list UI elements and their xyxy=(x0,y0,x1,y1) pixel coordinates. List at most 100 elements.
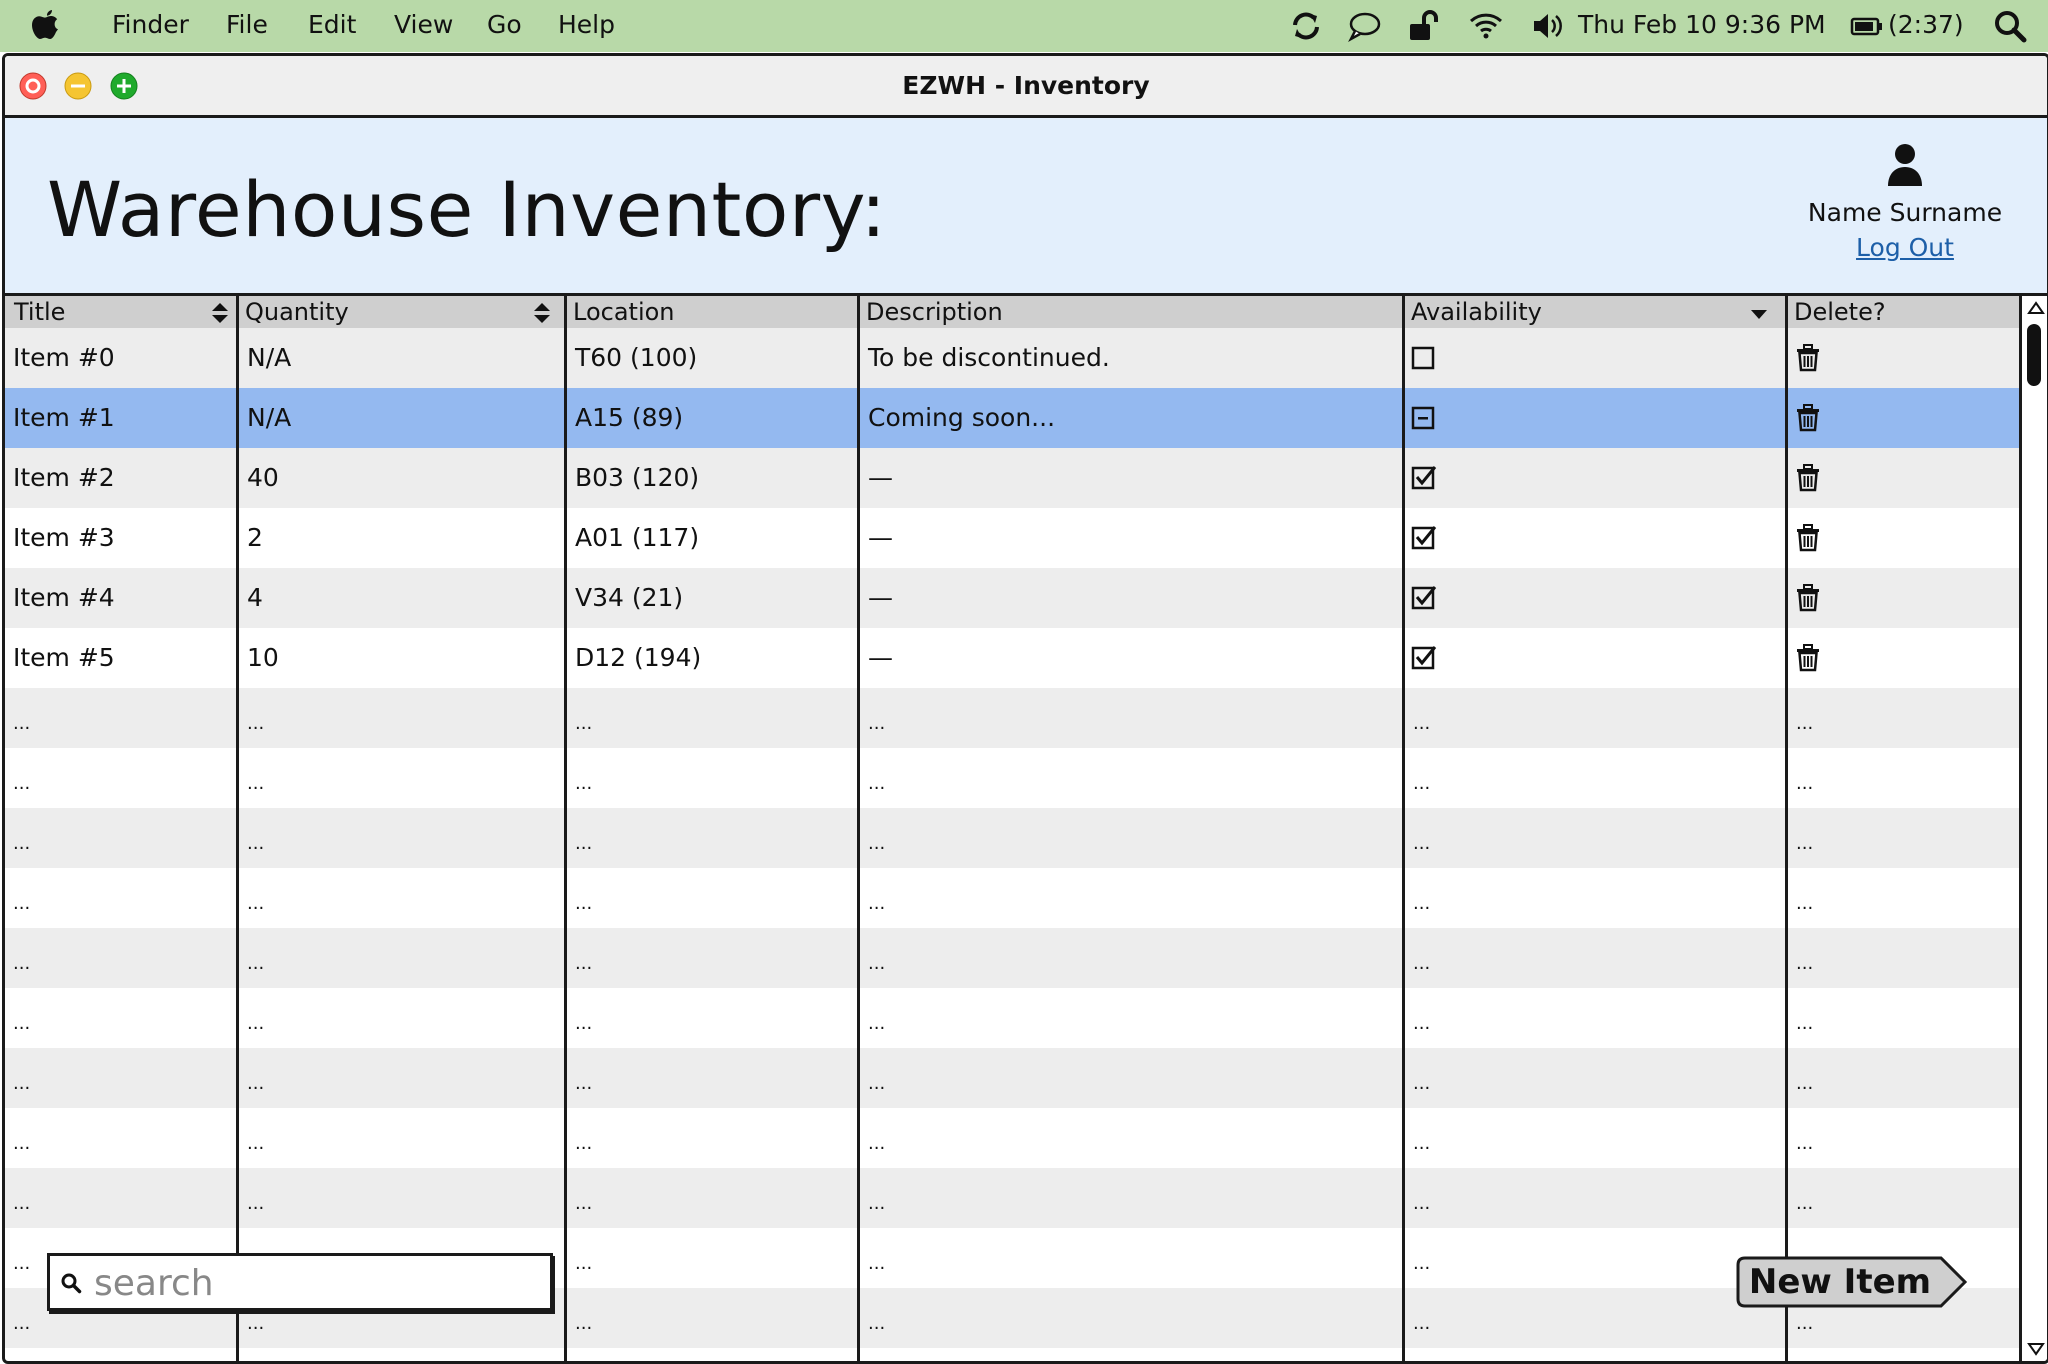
wifi-icon[interactable] xyxy=(1468,8,1504,44)
volume-icon[interactable] xyxy=(1530,8,1566,44)
page-title: Warehouse Inventory: xyxy=(47,165,887,254)
cell-delete xyxy=(1788,388,2019,448)
cell-quantity: 2 xyxy=(247,523,263,552)
cell-delete xyxy=(1788,328,2019,388)
cell-title: Item #1 xyxy=(13,403,115,432)
cell-availability xyxy=(1405,628,1785,688)
placeholder-cell: ... xyxy=(247,1073,265,1094)
scroll-thumb[interactable] xyxy=(2027,324,2041,386)
sync-icon[interactable] xyxy=(1288,8,1324,44)
apple-icon[interactable] xyxy=(30,8,62,42)
placeholder-cell: ... xyxy=(1796,1133,1814,1154)
cell-delete xyxy=(1788,568,2019,628)
search-icon[interactable] xyxy=(1992,8,2028,44)
trash-icon[interactable] xyxy=(1796,464,1820,492)
cell-location: D12 (194) xyxy=(575,643,702,672)
trash-icon[interactable] xyxy=(1796,584,1820,612)
placeholder-cell: ... xyxy=(868,1073,886,1094)
trash-icon[interactable] xyxy=(1796,404,1820,432)
search-box[interactable] xyxy=(47,1253,553,1311)
placeholder-cell: ... xyxy=(868,1133,886,1154)
placeholder-cell: ... xyxy=(868,713,886,734)
table-scrollbar[interactable] xyxy=(2019,293,2047,1361)
menu-edit[interactable]: Edit xyxy=(308,9,356,41)
column-header-location[interactable]: Location xyxy=(567,296,857,328)
cell-quantity: 4 xyxy=(247,583,263,612)
chat-icon[interactable] xyxy=(1346,8,1382,44)
column-header-description[interactable]: Description xyxy=(860,296,1402,328)
table-row[interactable]: Item #4 4 V34 (21) — xyxy=(5,568,2019,628)
clock[interactable]: Thu Feb 10 9:36 PM xyxy=(1578,9,1826,41)
app-window: EZWH - Inventory Warehouse Inventory: Na… xyxy=(2,53,2048,1364)
checkbox-checked[interactable] xyxy=(1411,465,1437,491)
inventory-table: Title Quantity Location Description Avai… xyxy=(5,293,2019,1361)
cell-quantity: 10 xyxy=(247,643,279,672)
sort-icon[interactable] xyxy=(210,302,230,324)
menu-file[interactable]: File xyxy=(226,9,268,41)
placeholder-row: .................. xyxy=(5,1048,2019,1108)
placeholder-cell: ... xyxy=(868,1313,886,1334)
column-header-availability[interactable]: Availability xyxy=(1405,296,1785,328)
search-input[interactable] xyxy=(92,1260,536,1306)
placeholder-cell: ... xyxy=(575,1013,593,1034)
placeholder-cell: ... xyxy=(1413,1253,1431,1274)
column-header-title[interactable]: Title xyxy=(8,296,236,328)
table-row[interactable]: Item #3 2 A01 (117) — xyxy=(5,508,2019,568)
cell-quantity: N/A xyxy=(247,343,292,372)
column-header-quantity[interactable]: Quantity xyxy=(239,296,564,328)
menu-go[interactable]: Go xyxy=(487,9,522,41)
title-bar: EZWH - Inventory xyxy=(5,56,2047,118)
trash-icon[interactable] xyxy=(1796,344,1820,372)
placeholder-cell: ... xyxy=(247,1013,265,1034)
column-divider xyxy=(564,296,567,1361)
chevron-down-icon[interactable] xyxy=(1749,302,1769,324)
table-row[interactable]: Item #5 10 D12 (194) — xyxy=(5,628,2019,688)
scroll-up-icon[interactable] xyxy=(2027,301,2045,315)
placeholder-cell: ... xyxy=(575,893,593,914)
placeholder-cell: ... xyxy=(1796,1013,1814,1034)
checkbox-checked[interactable] xyxy=(1411,645,1437,671)
logout-link[interactable]: Log Out xyxy=(1785,231,2025,265)
placeholder-row: .................. xyxy=(5,928,2019,988)
menu-help[interactable]: Help xyxy=(558,9,615,41)
column-divider xyxy=(857,296,860,1361)
cell-delete xyxy=(1788,448,2019,508)
new-item-button[interactable]: New Item xyxy=(1735,1255,1969,1309)
menu-view[interactable]: View xyxy=(394,9,453,41)
menu-bar: Finder File Edit View Go Help Thu Feb 10… xyxy=(0,0,2048,52)
placeholder-cell: ... xyxy=(1413,1013,1431,1034)
placeholder-cell: ... xyxy=(575,833,593,854)
cell-location: T60 (100) xyxy=(575,343,698,372)
cell-title: Item #3 xyxy=(13,523,115,552)
placeholder-cell: ... xyxy=(1796,1193,1814,1214)
cell-availability xyxy=(1405,328,1785,388)
battery-icon[interactable] xyxy=(1850,8,1884,44)
page-header: Warehouse Inventory: Name Surname Log Ou… xyxy=(5,118,2047,293)
trash-icon[interactable] xyxy=(1796,644,1820,672)
placeholder-cell: ... xyxy=(575,953,593,974)
placeholder-cell: ... xyxy=(13,953,31,974)
checkbox-indeterminate[interactable] xyxy=(1411,405,1437,431)
placeholder-cell: ... xyxy=(575,773,593,794)
table-row[interactable]: Item #0 N/A T60 (100) To be discontinued. xyxy=(5,328,2019,388)
column-header-delete: Delete? xyxy=(1794,298,1886,326)
scroll-down-icon[interactable] xyxy=(2027,1342,2045,1356)
cell-description: To be discontinued. xyxy=(868,343,1110,372)
table-row[interactable]: Item #1 N/A A15 (89) Coming soon... xyxy=(5,388,2019,448)
placeholder-cell: ... xyxy=(13,713,31,734)
checkbox-unchecked[interactable] xyxy=(1411,345,1437,371)
lock-icon[interactable] xyxy=(1406,8,1442,44)
column-divider xyxy=(1785,296,1788,1361)
placeholder-cell: ... xyxy=(13,833,31,854)
menu-finder[interactable]: Finder xyxy=(112,9,189,41)
placeholder-cell: ... xyxy=(1413,773,1431,794)
sort-icon[interactable] xyxy=(532,302,552,324)
cell-title: Item #5 xyxy=(13,643,115,672)
user-name: Name Surname xyxy=(1807,198,2003,227)
placeholder-row: .................. xyxy=(5,748,2019,808)
checkbox-checked[interactable] xyxy=(1411,525,1437,551)
checkbox-checked[interactable] xyxy=(1411,585,1437,611)
trash-icon[interactable] xyxy=(1796,524,1820,552)
placeholder-row: .................. xyxy=(5,868,2019,928)
table-row[interactable]: Item #2 40 B03 (120) — xyxy=(5,448,2019,508)
